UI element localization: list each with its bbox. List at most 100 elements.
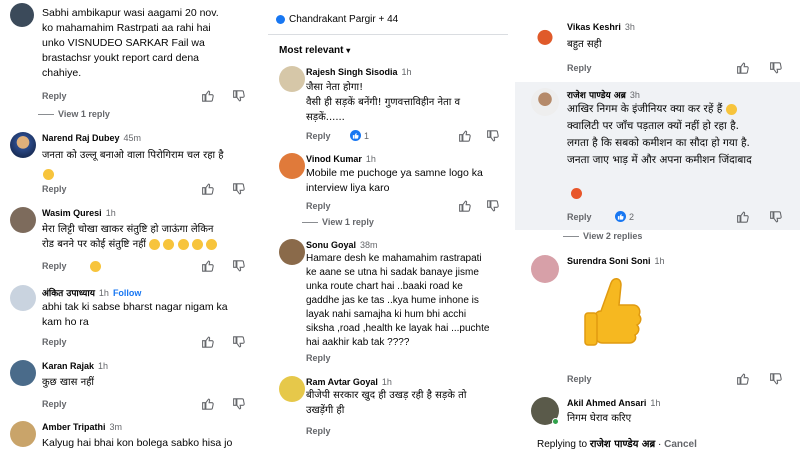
timestamp: 45m	[123, 133, 142, 143]
thumbs-down-icon[interactable]	[232, 183, 245, 196]
avatar[interactable]	[531, 22, 559, 50]
avatar[interactable]	[10, 3, 34, 27]
laughing-emoji	[163, 238, 175, 250]
view-replies-link[interactable]: View 2 replies	[563, 231, 642, 241]
timestamp: 3m	[109, 422, 123, 432]
reply-button[interactable]: Reply	[567, 63, 592, 73]
commenter-name[interactable]: Surendra Soni Soni 1h	[567, 256, 665, 266]
avatar[interactable]	[531, 88, 559, 116]
avatar[interactable]	[279, 239, 305, 265]
commenter-name[interactable]: Rajesh Singh Sisodia 1h	[306, 67, 412, 77]
commenter-name[interactable]: Karan Rajak 1h	[42, 361, 108, 371]
cancel-reply-button[interactable]: Cancel	[664, 439, 697, 450]
avatar[interactable]	[279, 376, 305, 402]
thumbs-up-icon[interactable]	[201, 89, 214, 102]
avatar[interactable]	[10, 207, 36, 233]
avatar[interactable]	[10, 421, 36, 447]
thumbs-down-icon[interactable]	[232, 398, 245, 411]
thumbs-up-icon[interactable]	[201, 182, 214, 195]
avatar[interactable]	[279, 153, 305, 179]
commenter-name[interactable]: Wasim Quresi 1h	[42, 208, 116, 218]
avatar[interactable]	[531, 255, 559, 283]
timestamp: 38m	[360, 240, 378, 250]
thumbs-up-icon[interactable]	[201, 259, 214, 272]
reply-button[interactable]: Reply	[306, 201, 331, 211]
replying-target-name: राजेश पाण्डेय अब्र	[589, 439, 656, 450]
commenter-name[interactable]: Amber Tripathi 3m	[42, 422, 122, 432]
reply-button[interactable]: Reply	[306, 131, 331, 141]
thumbs-up-icon[interactable]	[736, 210, 749, 223]
thumbs-up-icon[interactable]	[458, 199, 471, 212]
reply-button[interactable]: Reply	[42, 261, 67, 271]
commenter-name[interactable]: Vikas Keshri 3h	[567, 22, 635, 32]
follow-button[interactable]: Follow	[113, 288, 142, 298]
thumbs-down-icon[interactable]	[486, 130, 499, 143]
comment-text: Hamare desh ke mahamahim rastrapati ke a…	[306, 252, 489, 350]
comment-line: उखड़ेंगी ही	[306, 405, 345, 416]
avatar[interactable]	[10, 360, 36, 386]
reply-button[interactable]: Reply	[567, 212, 592, 222]
comment-line: जैसा नेता होगा!	[306, 82, 364, 93]
like-count[interactable]: 2	[615, 211, 634, 222]
comment-text: बीजेपी सरकार खुद ही उखड़ रही है सड़के तो…	[306, 388, 466, 418]
commenter-name[interactable]: Vinod Kumar 1h	[306, 154, 376, 164]
sort-dropdown[interactable]: Most relevant ▾	[279, 45, 350, 56]
angry-reaction-icon[interactable]	[571, 188, 582, 199]
reactions-summary[interactable]: Chandrakant Pargir + 44	[276, 14, 398, 25]
reply-button[interactable]: Reply	[42, 337, 67, 347]
thumbs-down-icon[interactable]	[769, 62, 782, 75]
reply-button[interactable]: Reply	[42, 91, 67, 101]
thumbs-down-icon[interactable]	[769, 211, 782, 224]
laughing-emoji	[43, 166, 54, 184]
comment-text: जैसा नेता होगा! वैसी ही सड़कें बनेंगी! ग…	[306, 80, 460, 125]
comment-line: ko mahamahim Rastrpati aa rahi hai	[42, 22, 211, 34]
replying-label: Replying to	[537, 439, 588, 450]
reply-button[interactable]: Reply	[306, 353, 331, 363]
comment-line: मेरा लिट्टी चोखा खाकर संतुष्टि हो जाऊंगा…	[42, 224, 214, 235]
comment-text: निगम घेराव करिए	[567, 413, 632, 424]
avatar[interactable]	[279, 66, 305, 92]
thumbs-down-icon[interactable]	[232, 90, 245, 103]
laughing-emoji	[205, 238, 217, 250]
thumbs-up-icon[interactable]	[201, 335, 214, 348]
commenter-name[interactable]: Akil Ahmed Ansari 1h	[567, 398, 660, 408]
comment-line: Sabhi ambikapur wasi aagami 20 nov.	[42, 7, 219, 19]
thumbs-up-icon[interactable]	[201, 397, 214, 410]
view-replies-link[interactable]: View 1 reply	[302, 217, 374, 227]
thumbs-down-icon[interactable]	[232, 336, 245, 349]
thumbs-down-icon[interactable]	[232, 260, 245, 273]
separator: ·	[655, 439, 665, 450]
reactors-label: Chandrakant Pargir + 44	[289, 14, 399, 25]
timestamp: 1h	[401, 67, 412, 77]
commenter-name[interactable]: Sonu Goyal 38m	[306, 240, 378, 250]
comment-text: जनता को उल्लू बनाओ वाला पिरोगिराम चल रहा…	[42, 150, 224, 161]
view-replies-link[interactable]: View 1 reply	[38, 109, 110, 119]
reply-button[interactable]: Reply	[42, 399, 67, 409]
laughing-emoji	[149, 238, 161, 250]
commenter-name[interactable]: Narend Raj Dubey 45m	[42, 133, 141, 143]
laughing-emoji	[177, 238, 189, 250]
reply-button[interactable]: Reply	[306, 426, 331, 436]
comment-line: unko VISNUDEO SARKAR Fail wa	[42, 37, 205, 49]
reply-button[interactable]: Reply	[567, 374, 592, 384]
timestamp: 1h	[105, 208, 116, 218]
timestamp: 1h	[650, 398, 661, 408]
thumbs-up-icon[interactable]	[458, 129, 471, 142]
avatar[interactable]	[10, 132, 36, 158]
reply-button[interactable]: Reply	[42, 184, 67, 194]
commenter-name[interactable]: राजेश पाण्डेय अब्र 3h	[567, 88, 640, 101]
chevron-down-icon: ▾	[346, 46, 351, 55]
comment-line: रोड बनने पर कोई संतुष्टि नहीं	[42, 239, 147, 250]
like-reaction-icon	[276, 15, 285, 24]
thumbs-down-icon[interactable]	[486, 200, 499, 213]
like-count[interactable]: 1	[350, 130, 369, 141]
avatar[interactable]	[10, 285, 36, 311]
comment-line: वैसी ही सड़कें बनेंगी! गुणवत्ताविहीन नेत…	[306, 97, 461, 108]
thumbs-up-icon[interactable]	[736, 372, 749, 385]
commenter-name[interactable]: अंकित उपाध्याय 1h Follow	[42, 286, 141, 299]
timestamp: 1h	[98, 361, 109, 371]
thumbs-down-icon[interactable]	[769, 373, 782, 386]
commenter-name[interactable]: Ram Avtar Goyal 1h	[306, 377, 392, 387]
thumbs-up-icon[interactable]	[736, 61, 749, 74]
reaction-emoji[interactable]	[90, 261, 101, 272]
